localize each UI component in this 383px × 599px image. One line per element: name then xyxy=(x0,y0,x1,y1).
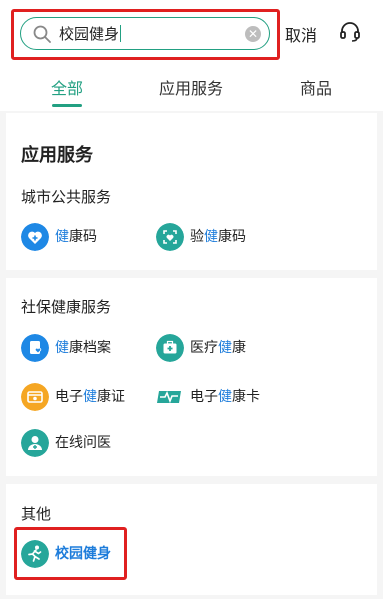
heart-plus-icon xyxy=(21,223,49,251)
section-divider xyxy=(6,476,377,484)
section-title: 应用服务 xyxy=(21,145,93,166)
pulse-card-icon xyxy=(157,391,181,404)
tab-all[interactable]: 全部 xyxy=(51,75,83,99)
service-label: 电子健康证 xyxy=(55,389,125,405)
medical-kit-icon xyxy=(156,334,184,362)
face-scan-icon xyxy=(156,223,184,251)
tab-active-indicator xyxy=(52,104,82,107)
group-title-other: 其他 xyxy=(21,505,52,523)
results-card: 应用服务 城市公共服务 健康码 验健康码 社保健康服务 健康档案 医疗健康 电子… xyxy=(6,113,377,595)
service-label: 健康档案 xyxy=(55,340,111,356)
id-card-icon xyxy=(21,383,49,411)
tab-app-services[interactable]: 应用服务 xyxy=(159,75,223,99)
tab-products[interactable]: 商品 xyxy=(300,75,332,99)
service-label: 在线问医 xyxy=(55,435,111,451)
service-label: 电子健康卡 xyxy=(190,389,260,405)
headset-icon[interactable] xyxy=(339,21,361,43)
service-label: 健康码 xyxy=(55,229,97,245)
group-title-social-security: 社保健康服务 xyxy=(21,298,112,316)
tab-bar: 全部 应用服务 商品 xyxy=(0,64,383,111)
service-label: 验健康码 xyxy=(190,229,246,245)
group-title-city: 城市公共服务 xyxy=(21,188,112,206)
cancel-button[interactable]: 取消 xyxy=(285,22,317,46)
service-label: 医疗健康 xyxy=(190,340,246,356)
health-file-icon xyxy=(21,334,49,362)
section-divider xyxy=(6,270,377,278)
doctor-icon xyxy=(21,429,49,457)
top-bar: 校园健身 ✕ 取消 xyxy=(0,0,383,64)
result-highlight-box xyxy=(14,527,127,580)
search-highlight-box xyxy=(11,9,280,60)
